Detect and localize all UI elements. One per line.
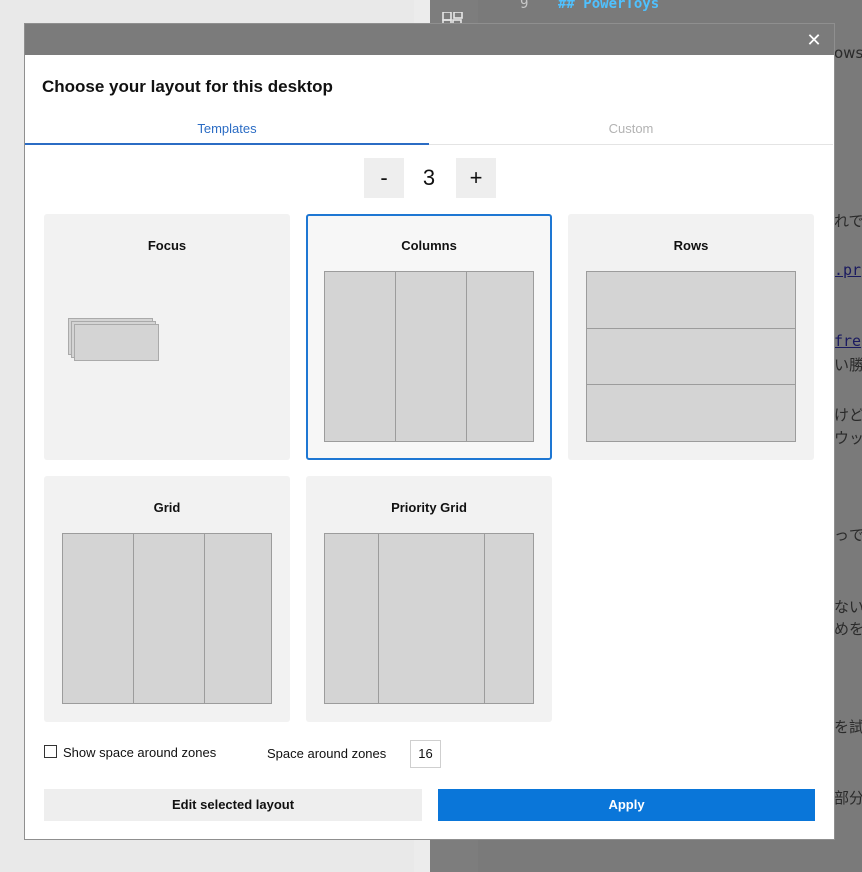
tab-templates[interactable]: Templates <box>25 121 429 145</box>
layout-card-title: Grid <box>153 500 181 515</box>
layout-card-priority-grid[interactable]: Priority Grid <box>306 476 552 722</box>
layout-dialog: ✕ Choose your layout for this desktop Te… <box>25 24 834 839</box>
layout-preview <box>62 533 272 704</box>
focus-zone <box>74 324 159 361</box>
editor-peek-text: を試 <box>834 718 862 736</box>
zone <box>325 272 396 441</box>
editor-peek-text: めを <box>834 620 862 638</box>
space-around-zones-input[interactable]: 16 <box>410 740 441 768</box>
editor-peek-text: っで <box>834 526 862 544</box>
zone <box>134 534 205 703</box>
apply-button[interactable]: Apply <box>438 789 815 821</box>
increase-zones-button[interactable]: + <box>456 158 496 198</box>
zone <box>467 272 533 441</box>
editor-peek-text: ows <box>834 44 862 62</box>
close-button[interactable]: ✕ <box>804 30 824 50</box>
zone <box>485 534 533 703</box>
close-icon: ✕ <box>806 30 822 50</box>
layout-card-columns[interactable]: Columns <box>306 214 552 460</box>
editor-peek-text: 部分 <box>834 789 862 807</box>
layout-card-title: Columns <box>401 238 457 253</box>
zone <box>587 329 795 386</box>
editor-peek-text: ない <box>834 598 862 616</box>
show-space-checkbox[interactable] <box>44 745 57 758</box>
edit-layout-button[interactable]: Edit selected layout <box>44 789 422 821</box>
decrease-zones-button[interactable]: - <box>364 158 404 198</box>
editor-code-line: ## PowerToys <box>558 0 660 12</box>
dialog-titlebar[interactable]: ✕ <box>25 24 834 55</box>
layout-preview <box>586 271 796 442</box>
zone <box>63 534 134 703</box>
layout-card-grid[interactable]: Grid <box>44 476 290 722</box>
zone <box>587 272 795 329</box>
zone <box>379 534 485 703</box>
dialog-title: Choose your layout for this desktop <box>42 77 333 96</box>
editor-peek-text: ウッ <box>834 429 862 447</box>
editor-peek-text: けど <box>834 406 862 424</box>
editor-peek-text: い勝 <box>834 356 862 374</box>
zone <box>325 534 379 703</box>
zone <box>396 272 467 441</box>
space-around-zones-label: Space around zones <box>267 746 387 761</box>
editor-line-number: 9 <box>520 0 529 12</box>
show-space-label: Show space around zones <box>63 745 217 760</box>
zone-count-value: 3 <box>422 165 436 190</box>
zone <box>205 534 271 703</box>
layout-card-title: Priority Grid <box>391 500 467 515</box>
layout-preview <box>324 271 534 442</box>
layout-card-rows[interactable]: Rows <box>568 214 814 460</box>
editor-peek-text: .pr <box>834 261 862 279</box>
editor-peek-text: れで <box>834 212 862 230</box>
layout-card-title: Rows <box>673 238 709 253</box>
layout-preview <box>324 533 534 704</box>
tab-custom[interactable]: Custom <box>429 121 833 145</box>
layout-card-title: Focus <box>147 238 187 253</box>
zone <box>587 385 795 441</box>
editor-peek-text: fre <box>834 332 862 350</box>
layout-card-focus[interactable]: Focus <box>44 214 290 460</box>
